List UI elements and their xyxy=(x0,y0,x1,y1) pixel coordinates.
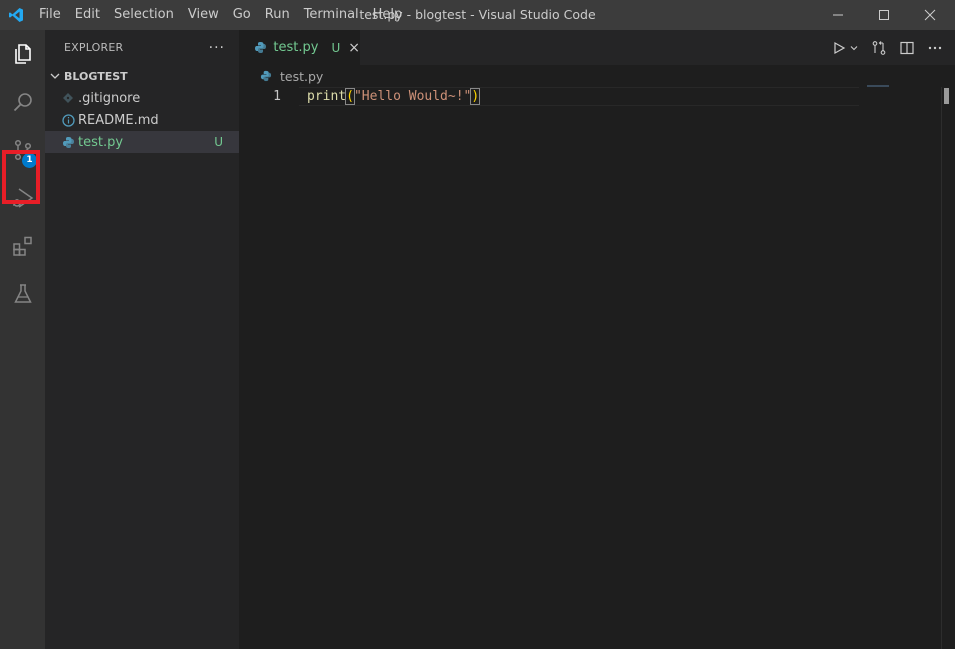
activity-explorer[interactable] xyxy=(0,30,45,78)
vscode-logo-icon xyxy=(0,0,32,30)
file-name: .gitignore xyxy=(78,90,141,106)
sidebar-header: EXPLORER ··· xyxy=(45,30,239,65)
code-token-bracket: ) xyxy=(470,88,481,105)
python-icon xyxy=(253,40,267,56)
files-icon xyxy=(14,44,31,64)
menu-file[interactable]: File xyxy=(32,0,68,30)
editor-actions xyxy=(826,30,955,65)
menu-terminal[interactable]: Terminal xyxy=(297,0,366,30)
sidebar-title: EXPLORER xyxy=(64,41,124,54)
more-actions-icon xyxy=(928,46,942,49)
title-bar: File Edit Selection View Go Run Terminal… xyxy=(0,0,955,30)
python-icon xyxy=(258,68,274,84)
compare-changes-icon xyxy=(872,40,886,55)
minimap[interactable] xyxy=(867,85,889,87)
search-icon xyxy=(13,93,32,112)
open-changes-button[interactable] xyxy=(865,30,893,65)
tabs-bar: test.py U × xyxy=(239,30,955,65)
chevron-down-icon xyxy=(850,45,858,50)
folder-blogtest[interactable]: BLOGTEST xyxy=(45,65,239,87)
extensions-icon xyxy=(12,236,32,256)
code-editor[interactable]: 1 print("Hello Would~!") xyxy=(239,87,859,106)
play-icon xyxy=(834,41,846,54)
info-icon xyxy=(60,112,76,128)
file-name: README.md xyxy=(78,112,159,128)
minimize-button[interactable] xyxy=(815,0,861,30)
activity-run-debug[interactable] xyxy=(0,174,45,222)
file-gitignore[interactable]: .gitignore xyxy=(45,87,239,109)
code-token-bracket: ( xyxy=(345,88,355,105)
run-debug-icon xyxy=(12,188,33,208)
chevron-down-icon xyxy=(50,73,60,79)
git-icon xyxy=(60,90,76,106)
code-token-function: print xyxy=(307,89,347,104)
activity-extensions[interactable] xyxy=(0,222,45,270)
file-readme[interactable]: README.md xyxy=(45,109,239,131)
tab-test-py[interactable]: test.py U × xyxy=(239,30,360,65)
breadcrumb-item[interactable]: test.py xyxy=(280,69,323,84)
vertical-scrollbar[interactable] xyxy=(941,87,955,649)
file-test-py[interactable]: test.py U xyxy=(45,131,239,153)
tab-label: test.py xyxy=(273,40,319,55)
minimize-icon xyxy=(833,14,843,16)
code-token-string: "Hello Would~!" xyxy=(353,89,472,104)
activity-bar: 1 xyxy=(0,30,45,649)
code-line[interactable]: print("Hello Would~!") xyxy=(307,87,481,106)
source-control-badge: 1 xyxy=(22,153,37,168)
maximize-button[interactable] xyxy=(861,0,907,30)
line-number: 1 xyxy=(273,89,281,104)
menu-bar: File Edit Selection View Go Run Terminal… xyxy=(32,0,409,30)
close-window-button[interactable] xyxy=(907,0,953,30)
activity-search[interactable] xyxy=(0,78,45,126)
python-icon xyxy=(60,134,76,150)
activity-source-control[interactable]: 1 xyxy=(0,126,45,174)
activity-testing[interactable] xyxy=(0,270,45,318)
split-editor-button[interactable] xyxy=(893,30,921,65)
menu-view[interactable]: View xyxy=(181,0,226,30)
scrollbar-thumb[interactable] xyxy=(944,88,949,104)
maximize-icon xyxy=(879,10,889,20)
menu-go[interactable]: Go xyxy=(226,0,258,30)
untracked-status-badge: U xyxy=(214,135,223,149)
menu-edit[interactable]: Edit xyxy=(68,0,107,30)
folder-name: BLOGTEST xyxy=(64,69,128,83)
tab-close-icon[interactable]: × xyxy=(348,40,360,56)
file-name: test.py xyxy=(78,134,124,150)
breadcrumb: test.py xyxy=(239,65,955,87)
menu-help[interactable]: Help xyxy=(366,0,410,30)
close-icon xyxy=(924,9,936,21)
explorer-sidebar: EXPLORER ··· BLOGTEST .gitignore README.… xyxy=(45,30,239,649)
run-file-button[interactable] xyxy=(826,30,865,65)
editor-area: test.py U × test.py 1 print("Hello Would… xyxy=(239,30,955,649)
menu-run[interactable]: Run xyxy=(258,0,297,30)
flask-icon xyxy=(13,284,32,303)
more-actions-icon[interactable]: ··· xyxy=(209,40,225,56)
more-editor-actions-button[interactable] xyxy=(921,30,955,65)
tab-status: U xyxy=(331,40,341,55)
split-editor-icon xyxy=(900,41,914,54)
menu-selection[interactable]: Selection xyxy=(107,0,181,30)
